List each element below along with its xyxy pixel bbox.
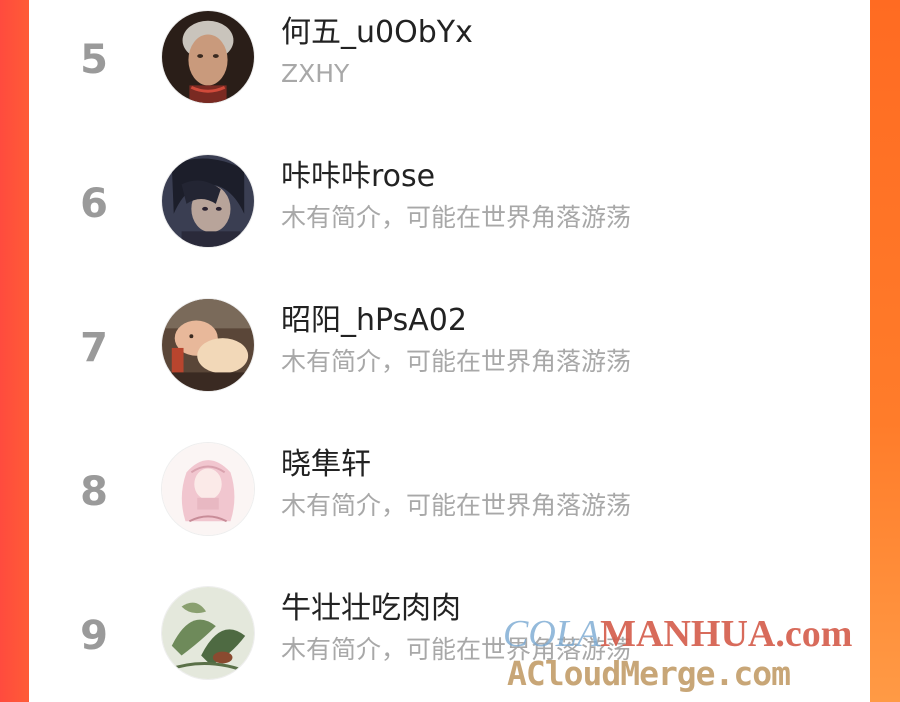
user-avatar[interactable]	[161, 10, 255, 104]
avatar-pink-sketch-girl-icon	[162, 443, 254, 535]
rank-number: 8	[80, 469, 108, 515]
rank-number: 6	[80, 181, 108, 227]
rank-number: 5	[80, 37, 108, 83]
user-name[interactable]: 咔咔咔rose	[281, 160, 435, 193]
user-name[interactable]: 牛壮壮吃肉肉	[281, 592, 461, 625]
watermark-prefix: COLA	[503, 613, 601, 655]
user-bio: 木有简介，可能在世界角落游荡	[281, 491, 632, 520]
avatar-dark-hair-man-icon	[162, 155, 254, 247]
rank-number: 7	[80, 325, 108, 371]
user-avatar[interactable]	[161, 154, 255, 248]
user-avatar[interactable]	[161, 298, 255, 392]
leaderboard-row[interactable]: 8 晓隼轩 木有简介，可能在世界角落游荡	[29, 434, 870, 544]
user-avatar[interactable]	[161, 442, 255, 536]
leaderboard-row[interactable]: 7 昭阳_hPsA02 木有简介，可能在世界角落游荡	[29, 290, 870, 400]
leaderboard-row[interactable]: 5 何五_u0ObYx ZXHY	[29, 2, 870, 112]
watermark-colamanhua: COLAMANHUA.com	[503, 612, 852, 656]
watermark-main: MANHUA.com	[600, 613, 853, 655]
user-bio: 木有简介，可能在世界角落游荡	[281, 347, 632, 376]
avatar-person-with-cat-icon	[162, 299, 254, 391]
avatar-silver-hair-man-icon	[162, 11, 254, 103]
user-bio: 木有简介，可能在世界角落游荡	[281, 203, 632, 232]
user-name[interactable]: 昭阳_hPsA02	[281, 304, 467, 337]
background-gradient-band	[870, 0, 900, 702]
leaderboard-panel: 5 何五_u0ObYx ZXHY 6 咔咔咔rose 木有简介，可能在世界角落游…	[29, 0, 870, 702]
leaderboard-row[interactable]: 6 咔咔咔rose 木有简介，可能在世界角落游荡	[29, 146, 870, 256]
user-bio: ZXHY	[281, 59, 350, 88]
user-name[interactable]: 何五_u0ObYx	[281, 16, 473, 49]
rank-number: 9	[80, 613, 108, 659]
user-avatar[interactable]	[161, 586, 255, 680]
avatar-green-foliage-icon	[162, 587, 254, 679]
user-name[interactable]: 晓隼轩	[281, 448, 371, 481]
watermark-acloudmerge: ACloudMerge.com	[507, 654, 791, 693]
